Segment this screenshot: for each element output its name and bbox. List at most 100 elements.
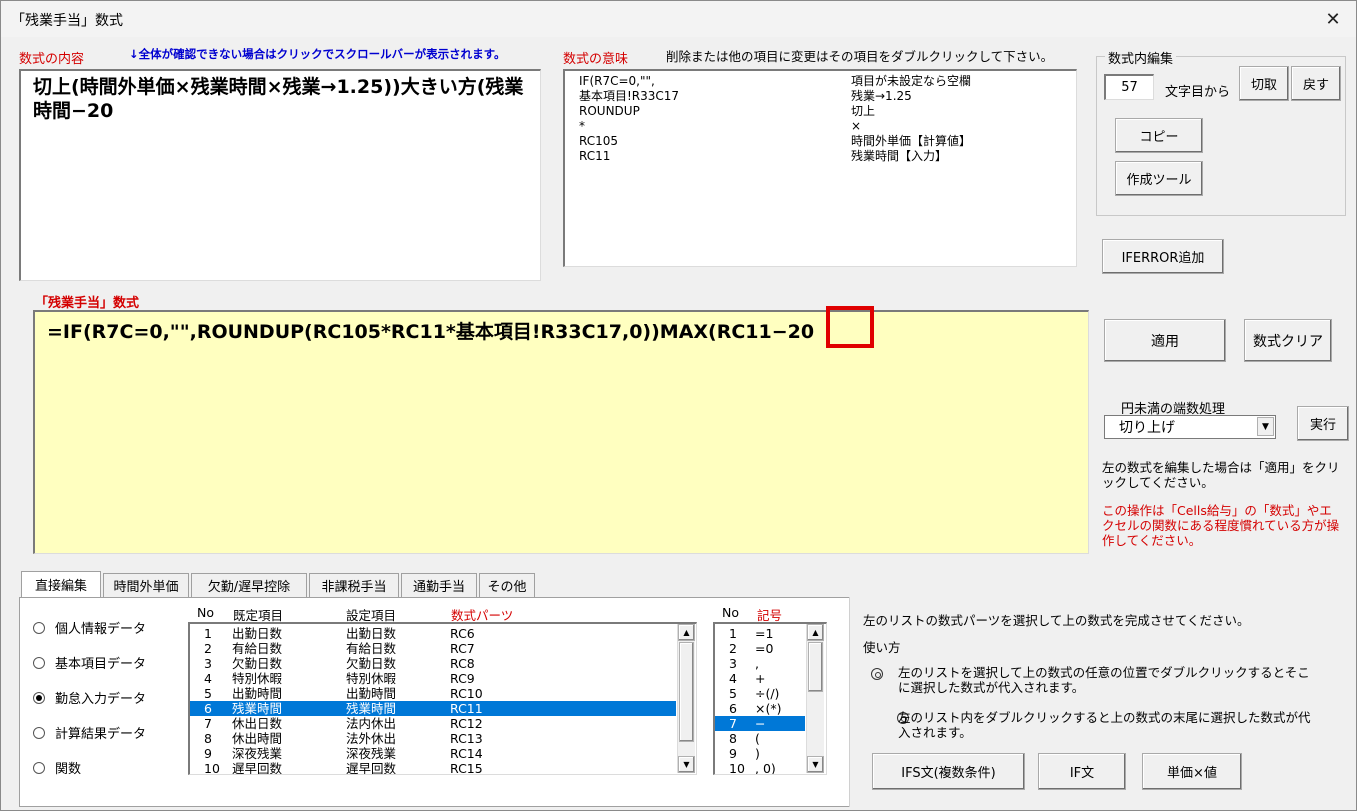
create-tool-button[interactable]: 作成ツール: [1115, 161, 1203, 196]
tab-other[interactable]: その他: [479, 573, 535, 597]
scroll-thumb[interactable]: [679, 642, 694, 742]
list-item[interactable]: 10 遅早回数 遅早回数 RC15: [190, 761, 676, 775]
list-item[interactable]: 4 +: [715, 671, 805, 686]
radio-icon[interactable]: [33, 621, 45, 634]
radio-functions[interactable]: 関数: [33, 758, 81, 777]
run-button[interactable]: 実行: [1297, 406, 1349, 441]
list-item-parts: RC6: [450, 626, 475, 641]
list-item[interactable]: 2 =0: [715, 641, 805, 656]
list-item[interactable]: 1 =1: [715, 626, 805, 641]
scroll-down-icon[interactable]: ▼: [807, 756, 824, 773]
list-item-default: 残業時間: [232, 701, 283, 716]
list-item-parts: RC15: [450, 761, 483, 775]
cut-button[interactable]: 切取: [1239, 66, 1289, 101]
dialog-window: 「残業手当」数式 ✕ 数式の内容 ↓全体が確認できない場合はクリックでスクロール…: [0, 0, 1357, 811]
tab-commute-allowance[interactable]: 通勤手当: [401, 573, 477, 597]
rounding-select[interactable]: 切り上げ ▼: [1104, 415, 1276, 439]
meaning-row[interactable]: 基本項目!R33C17 残業→1.25: [565, 89, 1076, 104]
list-item-default: 休出時間: [232, 731, 283, 746]
scroll-up-icon[interactable]: ▲: [678, 624, 695, 641]
list-item[interactable]: 3 欠勤日数 欠勤日数 RC8: [190, 656, 676, 671]
radio-attendance-data[interactable]: 勤怠入力データ: [33, 688, 146, 707]
list-item[interactable]: 7−: [715, 716, 805, 731]
if-button[interactable]: IF文: [1038, 753, 1126, 790]
list-item[interactable]: 2 有給日数 有給日数 RC7: [190, 641, 676, 656]
bullet-icon: [871, 667, 883, 680]
list-item[interactable]: 1 出勤日数 出勤日数 RC6: [190, 626, 676, 641]
copy-button[interactable]: コピー: [1115, 118, 1203, 153]
list-item-no: 4: [204, 671, 212, 686]
list-item-no: 1: [204, 626, 212, 641]
list-item-default: 深夜残業: [232, 746, 283, 761]
list-item[interactable]: 8(: [715, 731, 805, 746]
list-item[interactable]: 10 , 0): [715, 761, 805, 774]
clear-formula-button[interactable]: 数式クリア: [1244, 319, 1332, 362]
list-item-no: 7: [729, 716, 737, 731]
radio-icon[interactable]: [33, 761, 45, 774]
meaning-row[interactable]: * ×: [565, 119, 1076, 134]
iferror-button[interactable]: IFERROR追加: [1102, 239, 1224, 274]
radio-icon[interactable]: [33, 726, 45, 739]
help-intro: 左のリストの数式パーツを選択して上の数式を完成させてください。: [863, 613, 1250, 628]
scroll-thumb[interactable]: [808, 642, 823, 692]
parts-header-no: No: [197, 605, 214, 620]
list-item[interactable]: 7 休出日数 法内休出 RC12: [190, 716, 676, 731]
meaning-hint: 削除または他の項目に変更はその項目をダブルクリックして下さい。: [666, 49, 1054, 64]
parts-scrollbar[interactable]: ▲ ▼: [677, 624, 695, 773]
scroll-up-icon[interactable]: ▲: [807, 624, 824, 641]
ifs-button[interactable]: IFS文(複数条件): [872, 753, 1025, 790]
undo-button[interactable]: 戻す: [1291, 66, 1341, 101]
tab-absence-deduction[interactable]: 欠勤/遅早控除: [191, 573, 307, 597]
radio-personal-data[interactable]: 個人情報データ: [33, 618, 146, 637]
list-item[interactable]: 6 残業時間 残業時間 RC11: [190, 701, 676, 716]
tab-direct-edit[interactable]: 直接編集: [21, 571, 101, 597]
formula-content-box[interactable]: 切上(時間外単価×残業時間×残業→1.25))大きい方(残業時間−20: [19, 69, 541, 281]
list-item[interactable]: 6 ×(*): [715, 701, 805, 716]
apply-note: 左の数式を編集した場合は「適用」をクリックしてください。: [1102, 460, 1340, 490]
radio-calc-result[interactable]: 計算結果データ: [33, 723, 146, 742]
meaning-list[interactable]: IF(R7C=0,"", 項目が未設定なら空欄 基本項目!R33C17 残業→1.2…: [563, 69, 1077, 267]
list-item[interactable]: 9 深夜残業 深夜残業 RC14: [190, 746, 676, 761]
tab-overtime-rate[interactable]: 時間外単価: [103, 573, 189, 597]
unit-price-button[interactable]: 単価×値: [1142, 753, 1242, 790]
list-item-setting: 特別休暇: [346, 671, 397, 686]
position-input[interactable]: 57: [1104, 74, 1154, 100]
list-item[interactable]: 5 出勤時間 出勤時間 RC10: [190, 686, 676, 701]
meaning-row[interactable]: IF(R7C=0,"", 項目が未設定なら空欄: [565, 74, 1076, 89]
list-item-default: 特別休暇: [232, 671, 283, 686]
list-item-no: 3: [729, 656, 737, 671]
symbol-scrollbar[interactable]: ▲ ▼: [806, 624, 824, 773]
meaning-row[interactable]: RC105 時間外単価【計算値】: [565, 134, 1076, 149]
meaning-row[interactable]: RC11 残業時間【入力】: [565, 149, 1076, 164]
position-suffix: 文字目から: [1165, 85, 1231, 100]
radio-icon[interactable]: [33, 656, 45, 669]
chevron-down-icon[interactable]: ▼: [1257, 417, 1274, 436]
apply-button[interactable]: 適用: [1104, 319, 1226, 362]
list-item-setting: 残業時間: [346, 701, 397, 716]
list-item[interactable]: 4 特別休暇 特別休暇 RC9: [190, 671, 676, 686]
radio-checked-icon[interactable]: [33, 691, 45, 704]
list-item[interactable]: 9): [715, 746, 805, 761]
list-item[interactable]: 5 ÷(/): [715, 686, 805, 701]
list-item[interactable]: 3,: [715, 656, 805, 671]
usage-item-2: 左のリスト内をダブルクリックすると上の数式の末尾に選択した数式が代入されます。: [898, 710, 1311, 740]
highlighted-value: 20: [787, 321, 815, 343]
list-item-symbol: ,: [755, 656, 759, 671]
parts-list[interactable]: 1 出勤日数 出勤日数 RC6 2 有給日数 有給日数 RC7 3 欠勤日数 欠勤日数 RC8 4 特別休…: [188, 622, 697, 775]
radio-basic-items[interactable]: 基本項目データ: [33, 653, 146, 672]
list-item-parts: RC9: [450, 671, 475, 686]
list-item-no: 8: [729, 731, 737, 746]
list-item[interactable]: 8 休出時間 法外休出 RC13: [190, 731, 676, 746]
formula-content-text: 切上(時間外単価×残業時間×残業→1.25))大きい方(残業時間−20: [33, 76, 524, 122]
list-item-symbol: ): [755, 746, 760, 761]
main-formula-editor[interactable]: =IF(R7C=0,"",ROUNDUP(RC105*RC11*基本項目!R33…: [33, 310, 1089, 554]
scroll-hint: ↓全体が確認できない場合はクリックでスクロールバーが表示されます。: [129, 47, 506, 61]
list-item-default: 出勤時間: [232, 686, 283, 701]
meaning-row[interactable]: ROUNDUP 切上: [565, 104, 1076, 119]
list-item-setting: 出勤時間: [346, 686, 397, 701]
close-icon[interactable]: ✕: [1310, 1, 1356, 37]
tab-nontaxable-allowance[interactable]: 非課税手当: [309, 573, 399, 597]
scroll-down-icon[interactable]: ▼: [678, 756, 695, 773]
list-item-parts: RC14: [450, 746, 483, 761]
symbol-list[interactable]: 1 =1 2 =0 3, 4 +5 ÷(/) 6 ×(*) 7−8(9) 10, 0) ▲ ▼: [713, 622, 827, 775]
